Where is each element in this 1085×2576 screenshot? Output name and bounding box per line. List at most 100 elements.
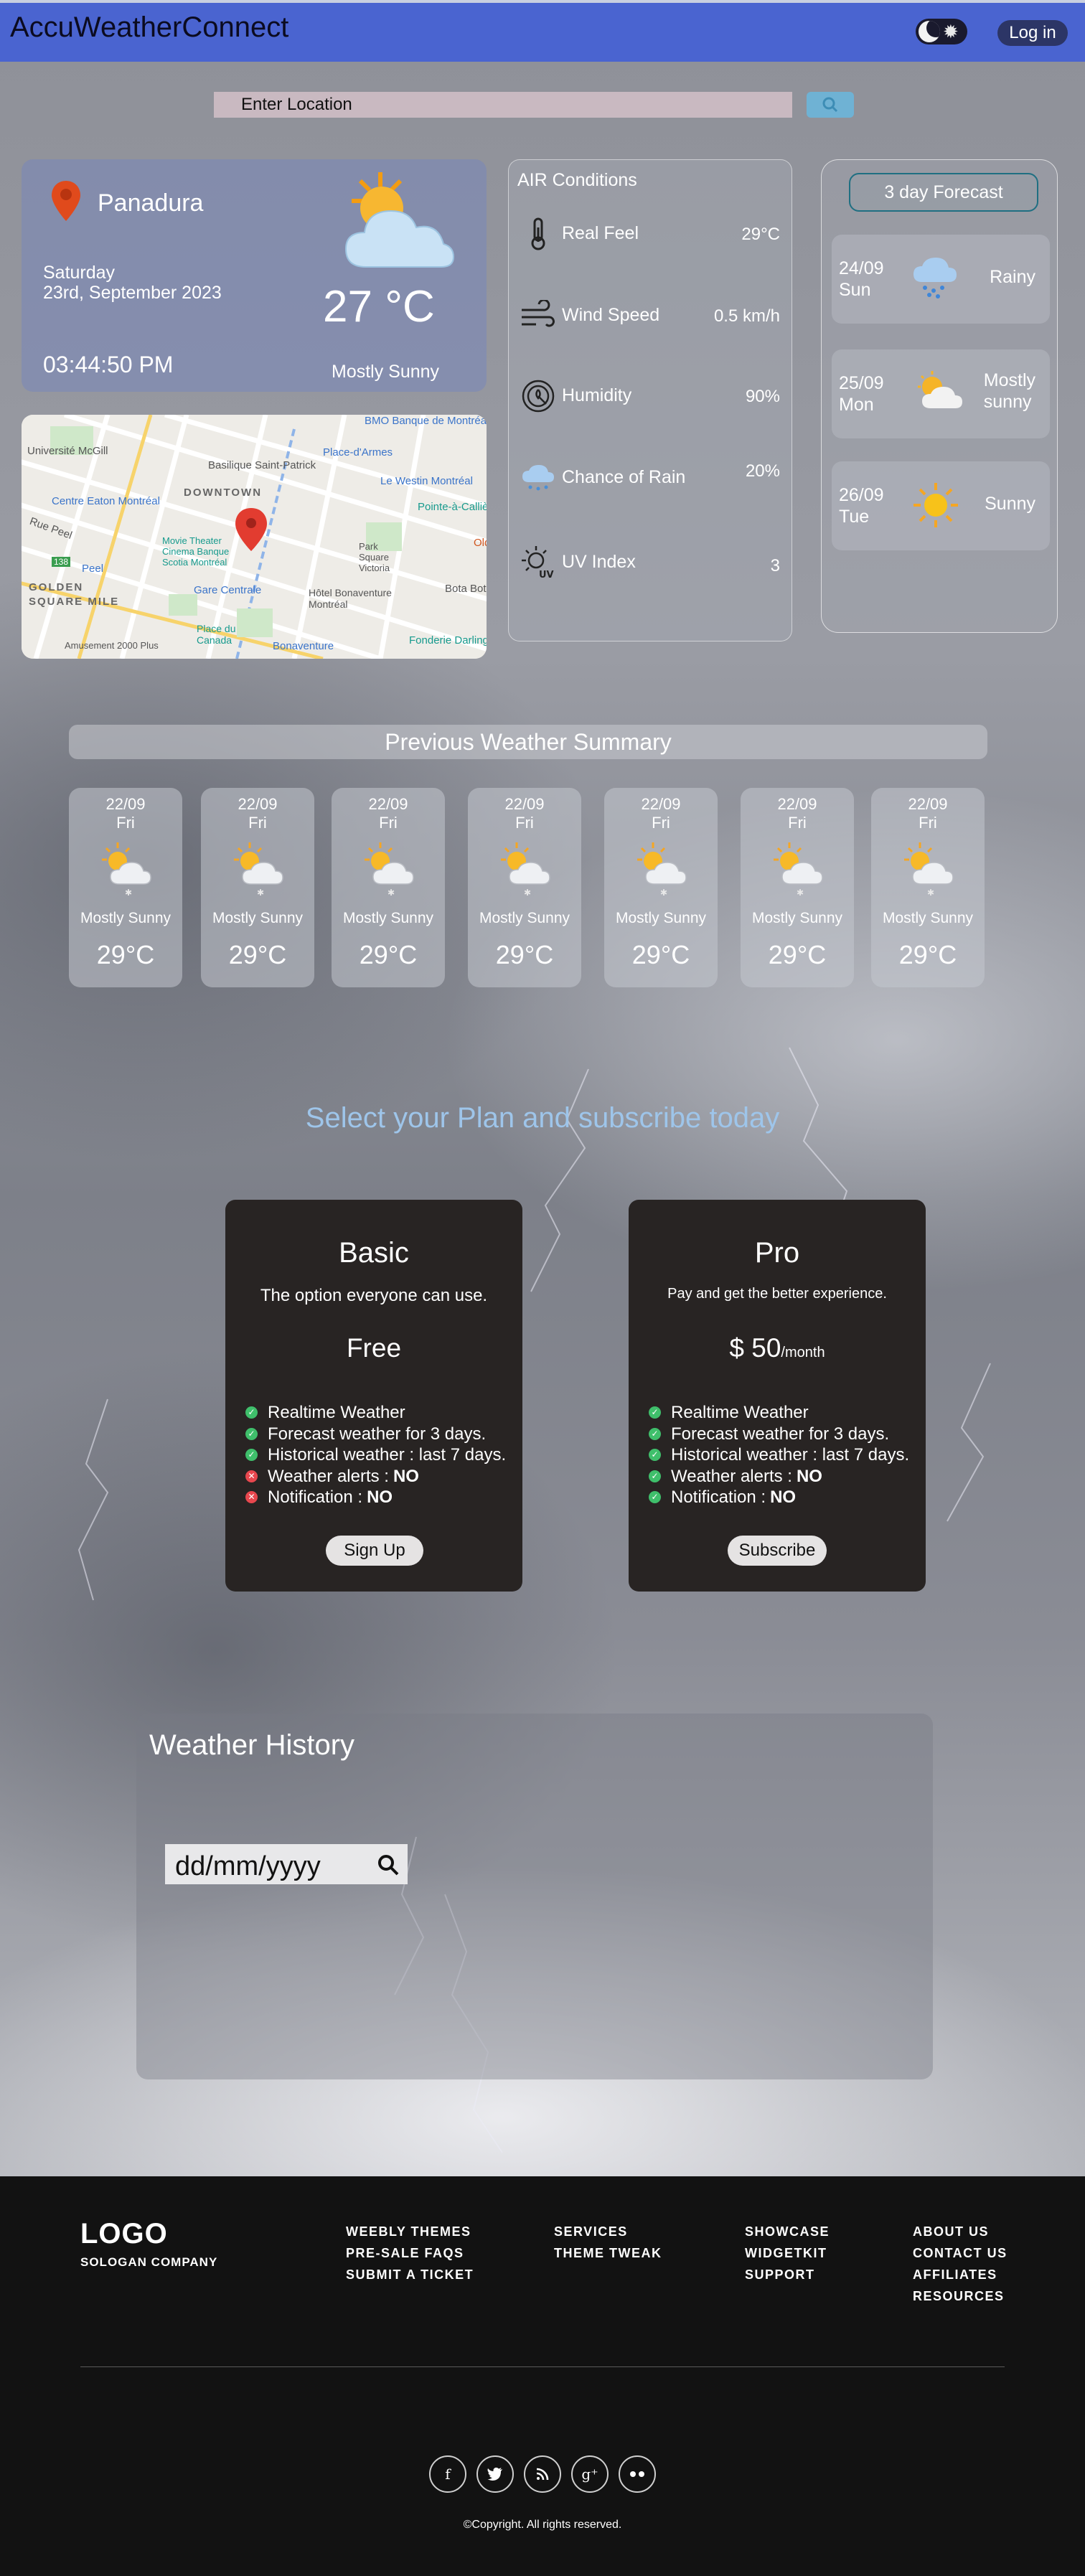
map-label: Place-d'Armes (323, 446, 393, 459)
forecast-condition-line: Mostly (983, 370, 1035, 390)
plan-feature-suffix: NO (367, 1487, 393, 1507)
subscribe-button[interactable]: Subscribe (728, 1536, 827, 1566)
footer-link[interactable]: WEEBLY THEMES (346, 2221, 474, 2242)
check-icon: ✓ (245, 1449, 258, 1462)
svg-text:✱: ✱ (660, 888, 667, 897)
moon-icon (919, 21, 940, 42)
previous-date-value: 22/09 (777, 795, 817, 813)
svg-text:✱: ✱ (257, 888, 264, 897)
plan-feature-text: Forecast weather for 3 days. (268, 1424, 487, 1444)
map-label: Bota Bota (445, 583, 487, 595)
map-label: Fonderie Darling (409, 634, 487, 647)
plan-feature-text: Realtime Weather (671, 1403, 809, 1422)
brand-title[interactable]: AccuWeatherConnect (10, 11, 288, 44)
footer-link[interactable]: PRE-SALE FAQS (346, 2242, 474, 2264)
forecast-weekday: Mon (839, 395, 874, 415)
forecast-date-value: 24/09 (839, 258, 884, 278)
sun-behind-cloud-icon: ✱ (365, 842, 414, 897)
sun-behind-cloud-icon: ✱ (637, 842, 687, 897)
plan-name: Pro (754, 1237, 800, 1269)
plan-feature-list: ✓ Realtime Weather ✓ Forecast weather for 3… (649, 1402, 909, 1508)
plan-price: $ 50/month (629, 1333, 926, 1363)
location-search-input[interactable]: Enter Location (214, 92, 792, 118)
location-map[interactable]: Université McGill Basilique Saint-Patric… (22, 415, 487, 659)
air-label: Chance of Rain (562, 467, 686, 487)
map-label: DOWNTOWN (184, 486, 263, 499)
plan-card-pro: Pro Pay and get the better experience. $… (629, 1200, 926, 1592)
footer-link[interactable]: RESOURCES (913, 2285, 1008, 2307)
footer-link[interactable]: SUBMIT A TICKET (346, 2264, 474, 2285)
plan-price-amount: $ 50 (729, 1333, 781, 1363)
plan-card-basic: Basic The option everyone can use. Free … (225, 1200, 522, 1592)
footer-link[interactable]: ABOUT US (913, 2221, 1008, 2242)
air-label: Wind Speed (562, 305, 660, 325)
previous-condition: Mostly Sunny (342, 910, 434, 926)
sun-behind-cloud-icon: ✱ (234, 842, 283, 897)
sun-settings-icon: ✹ (943, 20, 959, 42)
svg-text:✱: ✱ (524, 888, 531, 897)
facebook-icon[interactable]: f (429, 2455, 466, 2493)
uv-index-icon: UV (519, 543, 558, 582)
check-icon: ✓ (649, 1491, 661, 1504)
air-row-chance-of-rain: Chance of Rain 20% (509, 459, 793, 502)
footer-logo[interactable]: LOGO (80, 2218, 168, 2250)
previous-date: 22/09 Fri (741, 795, 854, 832)
sun-behind-cloud-icon: ✱ (102, 842, 151, 897)
footer-link[interactable]: SHOWCASE (745, 2221, 830, 2242)
current-time: 03:44:50 PM (43, 352, 174, 377)
theme-toggle[interactable]: ✹ (916, 19, 967, 44)
sun-behind-cloud-icon: ✱ (774, 842, 823, 897)
sun-behind-cloud-icon: ✱ (904, 842, 954, 897)
three-day-forecast-button[interactable]: 3 day Forecast (849, 173, 1038, 212)
footer-column: WEEBLY THEMES PRE-SALE FAQS SUBMIT A TIC… (346, 2221, 474, 2285)
footer: LOGO SOLOGAN COMPANY WEEBLY THEMES PRE-S… (0, 2176, 1085, 2576)
map-label: SQUARE MILE (29, 596, 120, 608)
previous-date-value: 22/09 (908, 795, 948, 813)
flickr-icon[interactable] (619, 2455, 656, 2493)
sign-up-button[interactable]: Sign Up (326, 1536, 423, 1566)
previous-date-value: 22/09 (105, 795, 146, 813)
forecast-date: 24/09 Sun (839, 258, 884, 301)
search-icon[interactable] (376, 1853, 400, 1877)
plan-name: Basic (339, 1237, 409, 1269)
search-button[interactable] (807, 92, 854, 118)
sun-behind-cloud-icon: ✱ (501, 842, 550, 897)
login-button[interactable]: Log in (997, 20, 1068, 46)
previous-date: 22/09 Fri (332, 795, 445, 832)
plan-feature-list: ✓ Realtime Weather ✓ Forecast weather for 3… (245, 1402, 506, 1508)
check-icon: ✓ (245, 1427, 258, 1440)
weather-history-title: Weather History (149, 1729, 355, 1761)
map-label: Université McGill (27, 445, 108, 457)
svg-text:✱: ✱ (797, 888, 804, 897)
history-date-input[interactable]: dd/mm/yyyy (165, 1844, 408, 1884)
forecast-day: 25/09 Mon Mostly sunny (832, 349, 1050, 438)
plan-feature: ✓ Notification : NO (649, 1487, 909, 1508)
footer-slogan: SOLOGAN COMPANY (80, 2255, 218, 2269)
twitter-icon[interactable] (476, 2455, 514, 2493)
plan-feature-text: Notification : (671, 1487, 766, 1507)
previous-day-card: 22/09 Fri ✱ Mostly Sunny 29°C (332, 788, 445, 987)
plan-feature: ✓ Historical weather : last 7 days. (649, 1444, 909, 1466)
date-placeholder: dd/mm/yyyy (175, 1851, 321, 1881)
footer-link[interactable]: AFFILIATES (913, 2264, 1008, 2285)
footer-link[interactable]: THEME TWEAK (554, 2242, 662, 2264)
forecast-condition: Rainy (990, 267, 1035, 287)
footer-link[interactable]: CONTACT US (913, 2242, 1008, 2264)
current-temperature: 27 °C (323, 282, 435, 332)
sun-icon (913, 483, 958, 527)
plan-feature: ✓ Weather alerts : NO (649, 1466, 909, 1487)
rss-icon[interactable] (524, 2455, 561, 2493)
plan-feature: ✓ Forecast weather for 3 days. (245, 1424, 506, 1445)
footer-link[interactable]: SERVICES (554, 2221, 662, 2242)
humidity-gauge-icon (519, 377, 558, 415)
google-plus-icon[interactable]: g⁺ (571, 2455, 609, 2493)
air-conditions-title: AIR Conditions (517, 170, 637, 190)
air-value: 29°C (741, 225, 780, 244)
forecast-weekday: Sun (839, 280, 871, 300)
footer-column: SHOWCASE WIDGETKIT SUPPORT (745, 2221, 830, 2285)
previous-condition: Mostly Sunny (615, 910, 707, 926)
wind-icon (519, 296, 558, 335)
footer-link[interactable]: WIDGETKIT (745, 2242, 830, 2264)
plan-feature-text: Historical weather : last 7 days. (671, 1445, 910, 1465)
footer-link[interactable]: SUPPORT (745, 2264, 830, 2285)
